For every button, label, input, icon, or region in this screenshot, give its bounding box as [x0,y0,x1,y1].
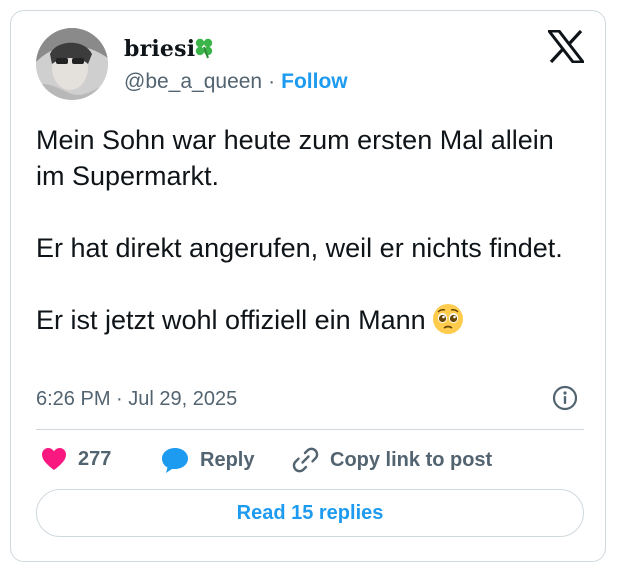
reply-label: Reply [200,448,255,471]
handle-row: @be_a_queen · Follow [124,70,348,94]
copy-link-button[interactable]: Copy link to post [290,446,492,474]
pleading-face-emoji-icon [432,303,464,344]
divider [36,429,584,430]
timestamp[interactable]: 6:26 PM · Jul 29, 2025 [36,388,237,411]
tweet-text: Mein Sohn war heute zum ersten Mal allei… [36,122,576,344]
tweet-paragraph: Er hat direkt angerufen, weil er nichts … [36,233,563,263]
speech-bubble-icon [162,448,188,473]
follow-link[interactable]: Follow [281,70,348,93]
heart-icon [42,448,66,470]
reply-button[interactable]: Reply [160,446,254,474]
x-logo-icon[interactable] [545,29,587,68]
tweet-paragraph-text: Er ist jetzt wohl offiziell ein Mann [36,305,426,335]
like-button[interactable]: 277 [40,446,111,472]
user-handle[interactable]: @be_a_queen [124,70,262,93]
copy-link-label: Copy link to post [330,448,493,471]
info-icon[interactable] [552,385,578,416]
avatar[interactable] [36,28,108,100]
display-name[interactable]: briesi [124,36,195,62]
four-leaf-clover-icon [192,36,216,65]
tweet-paragraph: Mein Sohn war heute zum ersten Mal allei… [36,125,554,191]
separator-dot: · [268,70,276,93]
read-replies-button[interactable]: Read 15 replies [36,489,584,537]
tweet-paragraph: Er ist jetzt wohl offiziell ein Mann [36,302,576,344]
like-count: 277 [78,447,112,470]
link-icon [292,447,319,473]
read-replies-label: Read 15 replies [236,501,384,524]
